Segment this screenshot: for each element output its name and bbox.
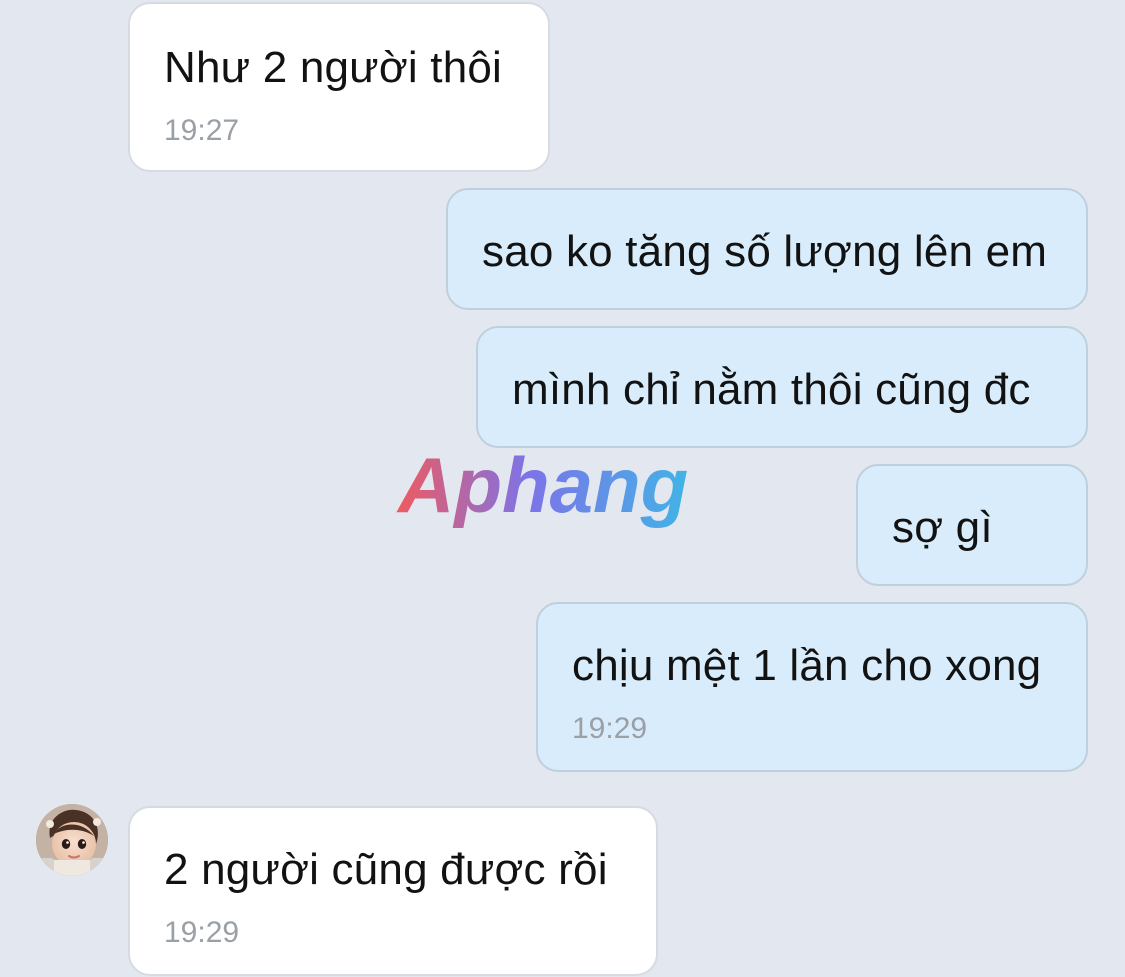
watermark-logo: Aphang	[396, 441, 688, 529]
message-text: sao ko tăng số lượng lên em	[482, 227, 1048, 276]
message-text: mình chỉ nằm thôi cũng đc	[512, 365, 1031, 414]
message-bubble-outgoing[interactable]: chịu mệt 1 lần cho xong 19:29	[536, 602, 1088, 772]
message-text: sợ gì	[892, 503, 993, 552]
message-time: 19:27	[164, 114, 240, 147]
avatar-image	[36, 804, 108, 876]
message-bubble-outgoing[interactable]: sao ko tăng số lượng lên em	[446, 188, 1088, 310]
message-bubble-outgoing[interactable]: sợ gì	[856, 464, 1088, 586]
message-text: chịu mệt 1 lần cho xong	[572, 641, 1042, 690]
message-time: 19:29	[164, 916, 240, 949]
message-text: Như 2 người thôi	[164, 43, 503, 92]
watermark-text: Aphang	[396, 441, 688, 529]
chat-thread[interactable]: Như 2 người thôi 19:27 sao ko tăng số lư…	[0, 0, 1125, 977]
message-bubble-outgoing[interactable]: mình chỉ nằm thôi cũng đc	[476, 326, 1088, 448]
message-time: 19:29	[572, 712, 648, 745]
message-text: 2 người cũng được rồi	[164, 845, 608, 894]
baby-girl-avatar-icon[interactable]	[36, 804, 108, 876]
message-bubble-incoming[interactable]: Như 2 người thôi 19:27	[128, 2, 550, 172]
message-bubble-incoming[interactable]: 2 người cũng được rồi 19:29	[128, 806, 658, 976]
